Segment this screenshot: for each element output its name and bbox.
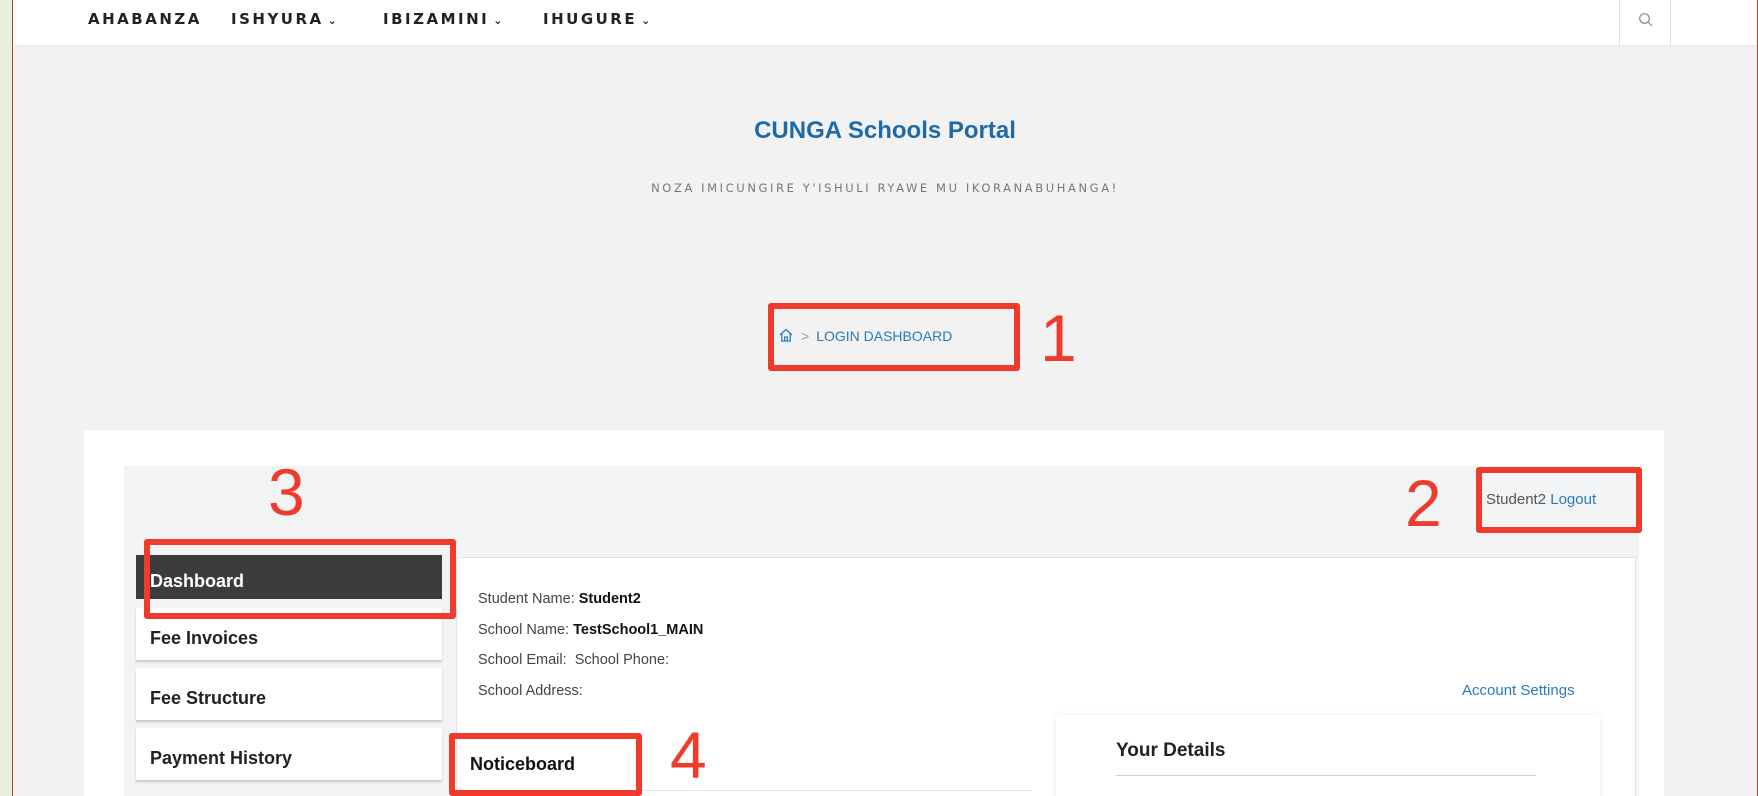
sidebar-item-dashboard[interactable]: Dashboard <box>136 555 442 599</box>
your-details-divider <box>1116 775 1536 776</box>
school-phone-label: School Phone: <box>574 652 670 668</box>
annotation-number-1: 1 <box>1040 301 1077 375</box>
chevron-down-icon: ⌄ <box>327 14 337 27</box>
nav-item-ahabanza[interactable]: AHABANZA <box>88 10 202 28</box>
school-email-label: School Email: <box>478 652 567 668</box>
nav-item-label: IBIZAMINI <box>383 10 490 28</box>
breadcrumb: > LOGIN DASHBOARD <box>778 327 952 344</box>
nav-item-ihugure[interactable]: IHUGURE ⌄ <box>543 10 650 28</box>
annotation-number-2: 2 <box>1405 466 1442 540</box>
student-name-row: Student Name: Student2 <box>478 591 641 607</box>
chevron-down-icon: ⌄ <box>493 14 503 27</box>
school-address-row: School Address: <box>478 683 583 699</box>
sidebar-item-fee-invoices[interactable]: Fee Invoices <box>136 608 442 660</box>
account-settings-link[interactable]: Account Settings <box>1462 682 1575 699</box>
nav-item-label: IHUGURE <box>543 10 638 28</box>
sidebar-item-label: Dashboard <box>150 571 245 591</box>
breadcrumb-separator: > <box>801 328 810 344</box>
breadcrumb-current: LOGIN DASHBOARD <box>816 328 953 344</box>
site-tagline: NOZA IMICUNGIRE Y'ISHULI RYAWE MU IKORAN… <box>651 181 1119 195</box>
school-name-value: TestSchool1_MAIN <box>573 622 704 638</box>
logout-link[interactable]: Logout <box>1550 491 1596 508</box>
annotation-number-4: 4 <box>670 718 707 792</box>
annotation-number-3: 3 <box>268 455 305 529</box>
student-name-label: Student Name: <box>478 591 575 607</box>
sidebar-item-payment-history[interactable]: Payment History <box>136 728 442 780</box>
user-status: Student2 Logout <box>1486 491 1596 508</box>
nav-item-label: AHABANZA <box>88 10 202 28</box>
nav-item-ibizamini[interactable]: IBIZAMINI ⌄ <box>383 10 502 28</box>
site-title[interactable]: CUNGA Schools Portal <box>13 117 1757 145</box>
school-name-label: School Name: <box>478 622 570 638</box>
student-name-value: Student2 <box>578 591 641 607</box>
search-button[interactable] <box>1619 0 1671 45</box>
search-icon <box>1639 13 1653 27</box>
sidebar-item-label: Fee Structure <box>150 688 267 708</box>
school-name-row: School Name: TestSchool1_MAIN <box>478 622 703 638</box>
noticeboard-divider <box>456 790 1032 791</box>
username-label: Student2 <box>1486 491 1547 508</box>
nav-item-label: ISHYURA <box>231 10 324 28</box>
noticeboard-title: Noticeboard <box>470 754 576 774</box>
school-contact-row: School Email: School Phone: <box>478 652 669 668</box>
top-navbar: AHABANZA ISHYURA ⌄ IBIZAMINI ⌄ IHUGURE ⌄ <box>13 0 1757 45</box>
your-details-title: Your Details <box>1116 740 1226 761</box>
chevron-down-icon: ⌄ <box>641 14 651 27</box>
sidebar-item-label: Payment History <box>150 748 293 768</box>
nav-item-ishyura[interactable]: ISHYURA ⌄ <box>231 10 337 28</box>
school-address-label: School Address: <box>478 683 583 699</box>
sidebar-item-fee-structure[interactable]: Fee Structure <box>136 668 442 720</box>
home-icon[interactable] <box>778 327 794 343</box>
sidebar-item-label: Fee Invoices <box>150 628 259 648</box>
